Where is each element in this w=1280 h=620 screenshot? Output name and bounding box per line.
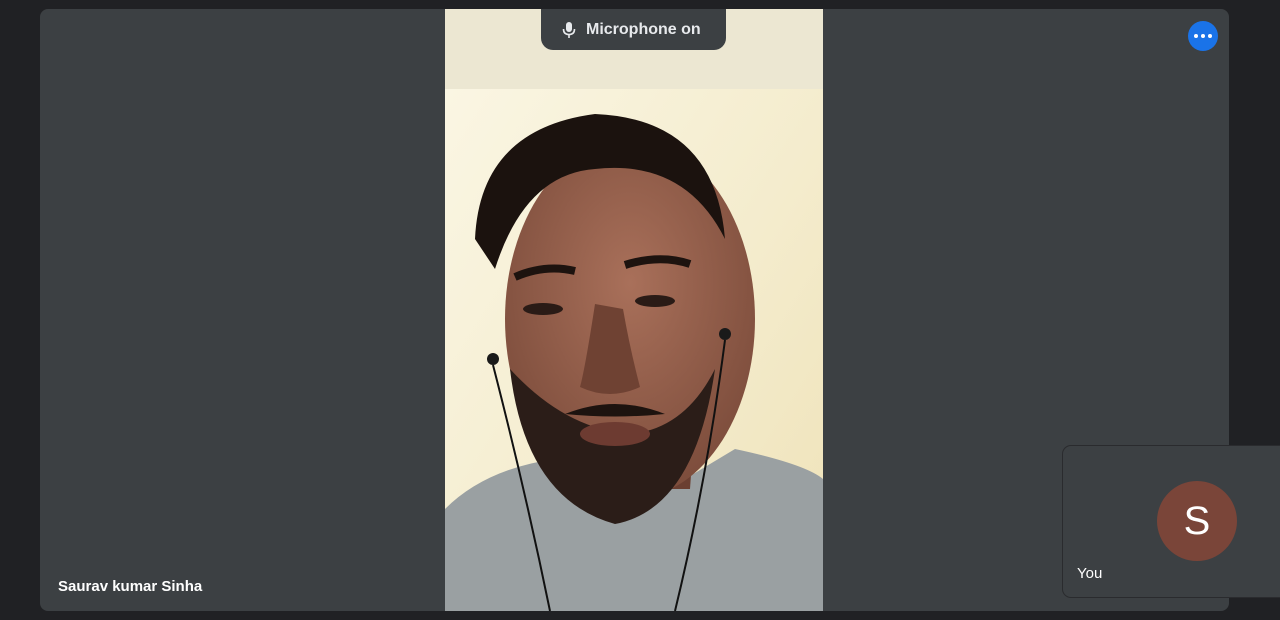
more-options-button[interactable] bbox=[1188, 21, 1218, 51]
microphone-status-toast: Microphone on bbox=[541, 9, 726, 50]
more-dot bbox=[1208, 34, 1212, 38]
avatar: S bbox=[1157, 481, 1237, 561]
participant-video bbox=[445, 9, 823, 611]
self-view-tile[interactable]: S You bbox=[1063, 446, 1280, 597]
microphone-icon bbox=[562, 21, 576, 39]
more-horizontal-icon bbox=[1194, 34, 1198, 38]
more-dot bbox=[1201, 34, 1205, 38]
microphone-status-text: Microphone on bbox=[586, 20, 701, 38]
participant-video-frame bbox=[445, 9, 823, 611]
self-view-label: You bbox=[1077, 565, 1103, 582]
participant-name: Saurav kumar Sinha bbox=[58, 578, 203, 595]
